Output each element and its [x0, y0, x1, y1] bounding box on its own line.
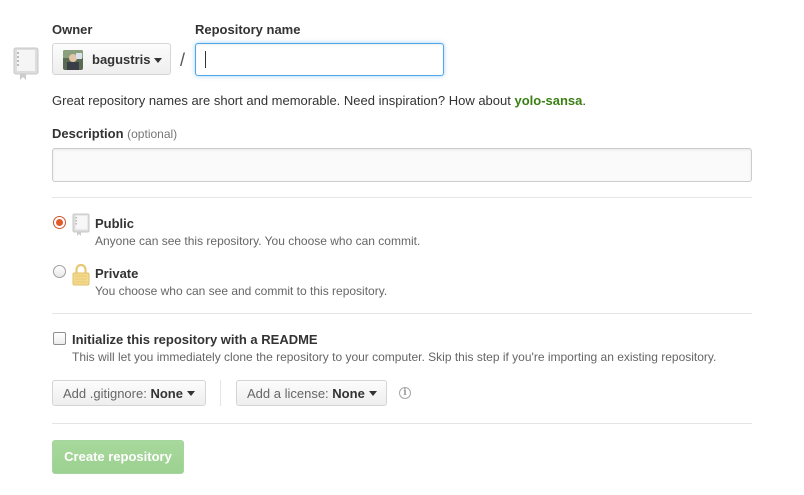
caret-down-icon [368, 391, 377, 397]
divider [220, 380, 221, 406]
license-select-button[interactable]: Add a license: None [236, 380, 387, 406]
visibility-private-radio[interactable] [53, 265, 66, 278]
divider [52, 423, 752, 424]
divider [52, 197, 752, 198]
caret-down-icon [186, 391, 195, 397]
hint-suffix: . [582, 93, 587, 108]
init-readme-checkbox[interactable] [53, 332, 66, 345]
visibility-private-desc: You choose who can see and commit to thi… [95, 284, 388, 298]
caret-down-icon [154, 58, 162, 63]
repo-name-hint: Great repository names are short and mem… [52, 93, 586, 108]
avatar [63, 50, 83, 70]
hint-text: Great repository names are short and mem… [52, 93, 515, 108]
license-label: Add a license: [247, 386, 329, 401]
repo-icon [72, 213, 90, 236]
lock-icon [72, 263, 90, 286]
info-icon[interactable]: i [399, 387, 411, 399]
owner-repo-separator: / [180, 50, 186, 70]
description-label: Description (optional) [52, 126, 177, 141]
visibility-private-title[interactable]: Private [95, 266, 138, 281]
visibility-public-radio[interactable] [53, 216, 66, 229]
owner-label: Owner [52, 22, 93, 37]
owner-select-button[interactable]: bagustris [52, 43, 171, 75]
name-suggestion-link[interactable]: yolo-sansa [514, 93, 582, 108]
init-readme-title[interactable]: Initialize this repository with a README [72, 332, 318, 347]
description-optional-note: (optional) [127, 127, 178, 141]
repo-name-input[interactable] [195, 43, 444, 76]
init-readme-desc: This will let you immediately clone the … [72, 350, 717, 364]
gitignore-select-button[interactable]: Add .gitignore: None [52, 380, 206, 406]
create-repository-button[interactable]: Create repository [52, 440, 184, 474]
description-label-text: Description [52, 126, 124, 141]
license-value: None [332, 386, 365, 401]
gitignore-value: None [150, 386, 183, 401]
visibility-public-title[interactable]: Public [95, 216, 134, 231]
repo-name-label: Repository name [195, 22, 301, 37]
divider [52, 313, 752, 314]
visibility-public-desc: Anyone can see this repository. You choo… [95, 234, 421, 248]
gitignore-label: Add .gitignore: [63, 386, 147, 401]
new-repository-form: Owner bagustris / Repository name Great … [0, 0, 804, 495]
description-input[interactable] [52, 148, 752, 182]
repo-icon [13, 47, 39, 80]
text-cursor [205, 51, 206, 68]
owner-username: bagustris [92, 52, 151, 67]
